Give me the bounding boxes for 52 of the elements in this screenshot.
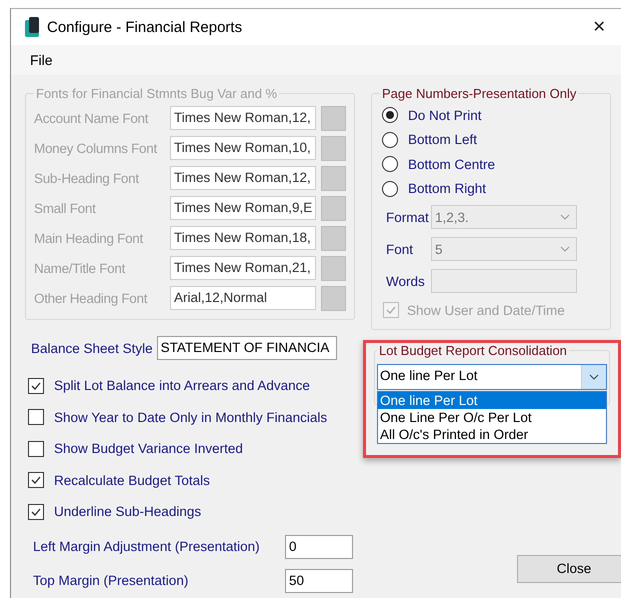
- chevron-down-icon: [560, 214, 570, 220]
- chevron-down-icon: [560, 246, 570, 252]
- radio-button[interactable]: [382, 156, 398, 172]
- text-field[interactable]: STATEMENT OF FINANCIA: [156, 336, 337, 360]
- checkmark-icon: [385, 304, 397, 316]
- radio-button[interactable]: [382, 132, 398, 148]
- field-label: Name/Title Font: [34, 260, 126, 276]
- field-label: Top Margin (Presentation): [33, 573, 188, 588]
- radio-label: Do Not Print: [408, 108, 482, 123]
- group-title: Lot Budget Report Consolidation: [378, 343, 568, 358]
- checkbox[interactable]: [28, 378, 44, 394]
- field-label: Account Name Font: [34, 110, 150, 126]
- field-label: Words: [386, 274, 426, 288]
- field-label: Main Heading Font: [34, 230, 144, 246]
- field-label: Font: [386, 242, 414, 256]
- checkbox-label: Split Lot Balance into Arrears and Advance: [54, 378, 310, 394]
- close-button[interactable]: ✕: [577, 9, 621, 45]
- number-field[interactable]: 0: [285, 534, 353, 558]
- checkbox[interactable]: [28, 504, 44, 520]
- radio-label: Bottom Left: [408, 132, 478, 148]
- checkbox[interactable]: [28, 440, 44, 457]
- checkbox-label: Recalculate Budget Totals: [54, 472, 210, 488]
- checkbox[interactable]: [28, 472, 44, 488]
- radio-button[interactable]: [382, 180, 398, 197]
- consolidation-dropdown[interactable]: One line Per Lot: [377, 364, 607, 390]
- field-label: Sub-Heading Font: [34, 170, 140, 186]
- menu-item[interactable]: File: [30, 52, 53, 68]
- checkbox-label: Underline Sub-Headings: [54, 504, 202, 520]
- field-label: Left Margin Adjustment (Presentation): [33, 539, 260, 554]
- field-label: Format: [386, 210, 430, 224]
- database-icon: [25, 17, 39, 37]
- radio-button[interactable]: [382, 107, 398, 124]
- group-title: Page Numbers-Presentation Only: [381, 86, 578, 101]
- dropdown-option[interactable]: All O/c's Printed in Order: [378, 426, 606, 443]
- radio-label: Bottom Centre: [408, 156, 496, 172]
- field-label: Balance Sheet Style: [31, 340, 153, 356]
- chevron-down-icon: [589, 374, 599, 380]
- number-field[interactable]: 50: [285, 568, 353, 592]
- checkbox-label: Show Budget Variance Inverted: [54, 441, 243, 456]
- window-title: Configure - Financial Reports: [47, 18, 244, 36]
- checkbox-label: Show User and Date/Time: [407, 302, 565, 318]
- close-dialog-button[interactable]: Close: [517, 554, 621, 582]
- field-label: Other Heading Font: [34, 290, 148, 306]
- dropdown-option[interactable]: One line Per Lot: [378, 392, 606, 409]
- group-title: Fonts for Financial Stmnts Bug Var and %: [35, 86, 278, 101]
- checkmark-icon: [30, 474, 42, 486]
- dropdown-option[interactable]: One Line Per O/c Per Lot: [378, 409, 606, 426]
- checkbox[interactable]: [28, 409, 44, 426]
- radio-label: Bottom Right: [408, 181, 486, 196]
- field-label: Money Columns Font: [34, 140, 158, 156]
- field-label: Small Font: [34, 200, 97, 216]
- checkbox-label: Show Year to Date Only in Monthly Financials: [54, 410, 328, 425]
